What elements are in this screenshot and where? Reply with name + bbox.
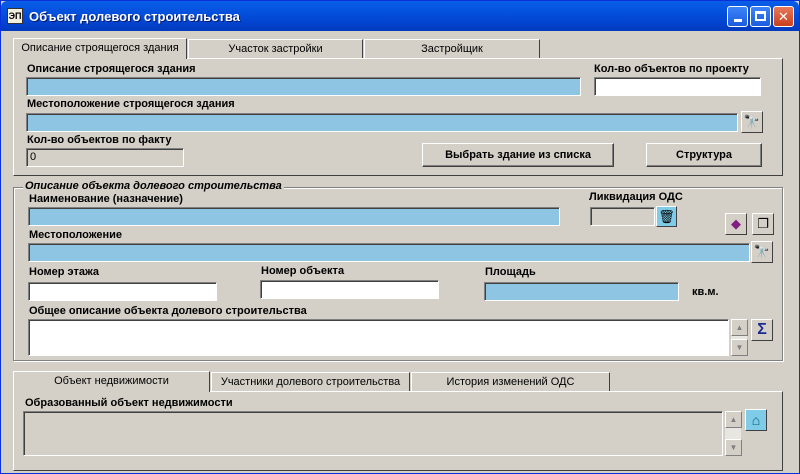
ods-group-title: Описание объекта долевого строительства — [23, 180, 284, 192]
scroll-up-icon[interactable]: ▲ — [731, 319, 748, 336]
structure-button[interactable]: Структура — [646, 143, 762, 167]
area-field[interactable] — [484, 282, 679, 301]
count-by-project-field[interactable] — [594, 77, 761, 96]
copy-button[interactable]: ❐ — [752, 213, 774, 235]
ods-name-field[interactable] — [28, 207, 560, 226]
tab-building-description[interactable]: Описание строящегося здания — [13, 38, 187, 59]
general-description-textarea[interactable] — [28, 319, 729, 356]
open-real-estate-button[interactable]: ⌂ — [745, 409, 767, 431]
object-number-field[interactable] — [260, 280, 439, 299]
trash-bin-icon: 🗑 — [658, 209, 675, 224]
tab-developer[interactable]: Застройщик — [364, 39, 540, 59]
real-estate-textarea — [23, 411, 723, 456]
minimize-button[interactable] — [727, 6, 748, 27]
count-actual-field: 0 — [26, 148, 184, 167]
ods-location-label: Местоположение — [29, 229, 123, 241]
close-button[interactable]: ✕ — [773, 6, 794, 27]
main-window: ЭП Объект долевого строительства ✕ Описа… — [0, 0, 800, 474]
real-estate-scrollbar[interactable]: ▲ ▼ — [724, 411, 742, 456]
book-button[interactable]: ◆ — [725, 213, 747, 235]
close-icon: ✕ — [778, 9, 789, 24]
ods-liquidation-label: Ликвидация ОДС — [589, 191, 683, 203]
title-bar[interactable]: ЭП Объект долевого строительства ✕ — [1, 1, 799, 31]
maximize-button[interactable] — [750, 6, 771, 27]
tab-change-history[interactable]: История изменений ОДС — [411, 372, 610, 392]
ods-location-field[interactable] — [28, 243, 750, 262]
tab-participants[interactable]: Участники долевого строительства — [211, 372, 410, 392]
floor-number-field[interactable] — [28, 282, 217, 301]
count-actual-label: Кол-во объектов по факту — [27, 134, 172, 146]
ods-location-lookup-button[interactable]: 🔭 — [751, 241, 773, 263]
general-description-label: Общее описание объекта долевого строител… — [29, 305, 307, 317]
real-estate-label: Образованный объект недвижимости — [25, 397, 233, 409]
tab-real-estate-object[interactable]: Объект недвижимости — [13, 371, 210, 392]
minimize-icon — [733, 19, 742, 22]
select-building-button[interactable]: Выбрать здание из списка — [422, 143, 614, 167]
building-location-lookup-button[interactable]: 🔭 — [741, 111, 763, 133]
building-description-label: Описание строящегося здания — [27, 63, 196, 75]
maximize-icon — [755, 11, 766, 21]
tab-construction-site[interactable]: Участок застройки — [188, 39, 363, 59]
count-by-project-label: Кол-во объектов по проекту — [594, 63, 749, 75]
building-location-label: Местоположение строящегося здания — [27, 98, 235, 110]
sum-button[interactable]: Σ — [751, 319, 773, 341]
window-title: Объект долевого строительства — [29, 9, 240, 24]
scroll-up-icon[interactable]: ▲ — [725, 411, 742, 428]
sigma-icon: Σ — [757, 321, 767, 338]
floor-number-label: Номер этажа — [29, 266, 100, 278]
binoculars-icon: 🔭 — [753, 244, 771, 259]
building-description-field[interactable] — [26, 77, 581, 96]
house-icon: ⌂ — [751, 412, 761, 428]
binoculars-icon: 🔭 — [743, 114, 761, 129]
scroll-down-icon[interactable]: ▼ — [725, 439, 742, 456]
area-unit-label: кв.м. — [692, 286, 719, 298]
building-location-field[interactable] — [26, 113, 738, 132]
ods-liquidation-field — [590, 207, 655, 226]
liquidation-clear-button[interactable]: 🗑 — [656, 206, 677, 227]
scroll-down-icon[interactable]: ▼ — [731, 339, 748, 356]
object-number-label: Номер объекта — [261, 265, 345, 277]
app-icon: ЭП — [7, 8, 23, 24]
area-label: Площадь — [485, 266, 536, 278]
ods-name-label: Наименование (назначение) — [29, 193, 183, 205]
copy-icon: ❐ — [757, 216, 769, 231]
book-icon: ◆ — [731, 216, 741, 231]
general-description-scrollbar[interactable]: ▲ ▼ — [730, 319, 748, 356]
